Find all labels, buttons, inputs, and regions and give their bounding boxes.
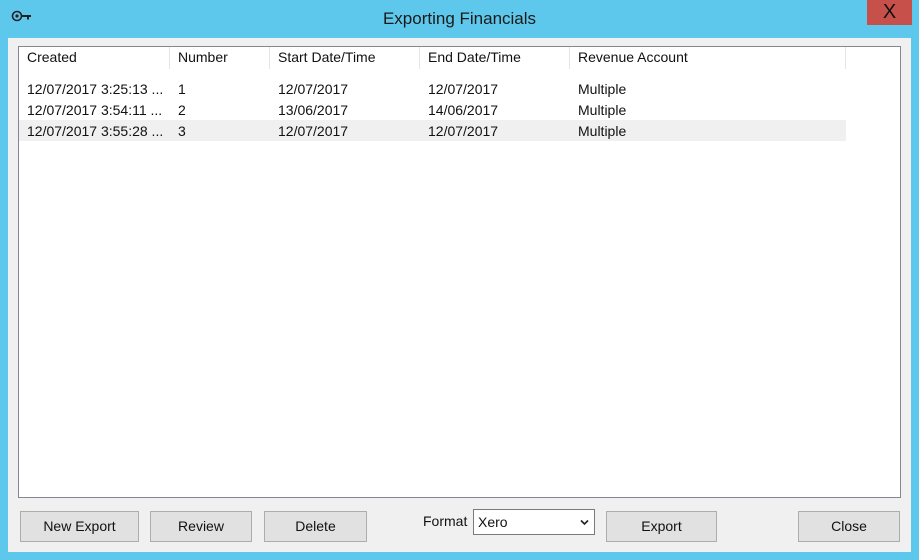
cell-created: 12/07/2017 3:55:28 ... — [27, 123, 164, 139]
table-row-selected[interactable]: 12/07/2017 3:55:28 ... 3 12/07/2017 12/0… — [19, 120, 846, 141]
table-row[interactable]: 12/07/2017 3:25:13 ... 1 12/07/2017 12/0… — [19, 78, 846, 99]
cell-number: 1 — [178, 81, 186, 97]
column-header-start[interactable]: Start Date/Time — [270, 47, 420, 69]
chevron-down-icon — [580, 519, 589, 526]
cell-revenue-account: Multiple — [578, 81, 627, 97]
export-button[interactable]: Export — [606, 511, 717, 542]
title-bar[interactable]: Exporting Financials X — [0, 0, 919, 38]
exports-list[interactable]: Created Number Start Date/Time End Date/… — [18, 46, 901, 498]
column-header-end[interactable]: End Date/Time — [420, 47, 570, 69]
cell-end: 12/07/2017 — [428, 123, 499, 139]
close-button[interactable]: Close — [798, 511, 900, 542]
window-title: Exporting Financials — [382, 9, 537, 28]
cell-start: 12/07/2017 — [278, 123, 349, 139]
cell-revenue-account: Multiple — [578, 102, 627, 118]
column-header-number[interactable]: Number — [170, 47, 270, 69]
format-label: Format — [423, 513, 468, 529]
new-export-button[interactable]: New Export — [20, 511, 139, 542]
cell-number: 3 — [178, 123, 186, 139]
list-header: Created Number Start Date/Time End Date/… — [19, 47, 900, 69]
format-select[interactable]: Xero — [473, 509, 595, 535]
cell-end: 14/06/2017 — [428, 102, 499, 118]
cell-number: 2 — [178, 102, 186, 118]
table-row[interactable]: 12/07/2017 3:54:11 ... 2 13/06/2017 14/0… — [19, 99, 846, 120]
close-icon[interactable]: X — [867, 0, 912, 25]
column-header-filler — [846, 47, 900, 69]
cell-created: 12/07/2017 3:54:11 ... — [27, 102, 163, 118]
cell-end: 12/07/2017 — [428, 81, 499, 97]
delete-button[interactable]: Delete — [264, 511, 367, 542]
column-header-revenue-account[interactable]: Revenue Account — [570, 47, 846, 69]
window: Exporting Financials X Created Number St… — [0, 0, 919, 560]
cell-start: 12/07/2017 — [278, 81, 349, 97]
cell-created: 12/07/2017 3:25:13 ... — [27, 81, 164, 97]
client-area: Created Number Start Date/Time End Date/… — [8, 38, 911, 552]
review-button[interactable]: Review — [150, 511, 252, 542]
format-select-value: Xero — [478, 514, 508, 530]
column-header-created[interactable]: Created — [19, 47, 170, 69]
cell-revenue-account: Multiple — [578, 123, 627, 139]
cell-start: 13/06/2017 — [278, 102, 349, 118]
